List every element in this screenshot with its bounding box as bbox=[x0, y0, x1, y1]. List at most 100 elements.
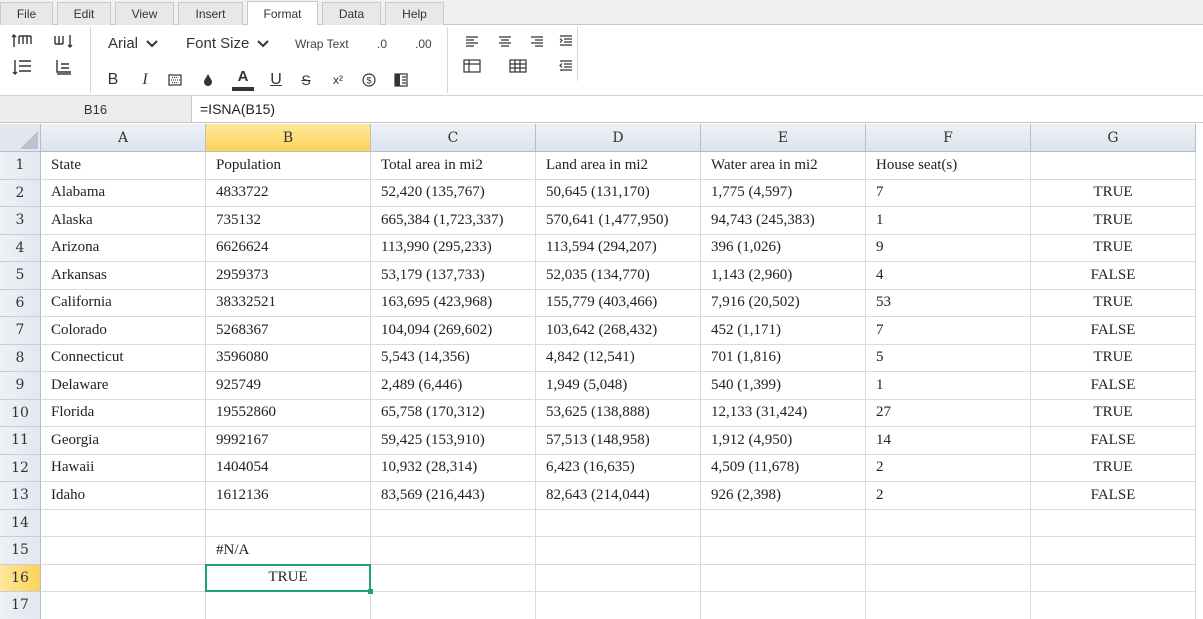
row-header-9[interactable]: 9 bbox=[0, 372, 41, 400]
superscript-button[interactable]: x² bbox=[329, 69, 347, 91]
cell-c10[interactable]: 65,758 (170,312) bbox=[371, 399, 536, 427]
row-header-2[interactable]: 2 bbox=[0, 179, 41, 207]
cell-a15[interactable] bbox=[41, 537, 206, 565]
cell-g5[interactable]: FALSE bbox=[1031, 262, 1196, 290]
cell-c11[interactable]: 59,425 (153,910) bbox=[371, 427, 536, 455]
cell-a7[interactable]: Colorado bbox=[41, 317, 206, 345]
cell-d7[interactable]: 103,642 (268,432) bbox=[536, 317, 701, 345]
cell-f12[interactable]: 2 bbox=[866, 454, 1031, 482]
insert-column-icon[interactable] bbox=[52, 31, 76, 51]
cell-e13[interactable]: 926 (2,398) bbox=[701, 482, 866, 510]
align-left-icon[interactable] bbox=[463, 33, 481, 49]
fill-handle[interactable] bbox=[368, 589, 373, 594]
cell-g10[interactable]: TRUE bbox=[1031, 399, 1196, 427]
cell-f15[interactable] bbox=[866, 537, 1031, 565]
cell-f16[interactable] bbox=[866, 564, 1031, 592]
cell-e8[interactable]: 701 (1,816) bbox=[701, 344, 866, 372]
cell-f17[interactable] bbox=[866, 592, 1031, 619]
cell-g11[interactable]: FALSE bbox=[1031, 427, 1196, 455]
cell-c15[interactable] bbox=[371, 537, 536, 565]
italic-button[interactable]: I bbox=[136, 69, 154, 91]
column-header-g[interactable]: G bbox=[1031, 124, 1196, 152]
cell-f6[interactable]: 53 bbox=[866, 289, 1031, 317]
cell-g15[interactable] bbox=[1031, 537, 1196, 565]
font-color-button[interactable]: A bbox=[231, 67, 255, 93]
cell-e2[interactable]: 1,775 (4,597) bbox=[701, 179, 866, 207]
tab-data[interactable]: Data bbox=[322, 2, 381, 25]
row-header-1[interactable]: 1 bbox=[0, 152, 41, 180]
row-header-15[interactable]: 15 bbox=[0, 537, 41, 565]
currency-button[interactable]: $ bbox=[360, 70, 378, 90]
cell-e7[interactable]: 452 (1,171) bbox=[701, 317, 866, 345]
delete-row-icon[interactable] bbox=[52, 57, 76, 77]
underline-button[interactable]: U bbox=[267, 69, 285, 91]
cell-f1[interactable]: House seat(s) bbox=[866, 152, 1031, 180]
column-header-f[interactable]: F bbox=[866, 124, 1031, 152]
cell-g17[interactable] bbox=[1031, 592, 1196, 619]
row-header-3[interactable]: 3 bbox=[0, 207, 41, 235]
cell-f5[interactable]: 4 bbox=[866, 262, 1031, 290]
cell-f2[interactable]: 7 bbox=[866, 179, 1031, 207]
cell-f3[interactable]: 1 bbox=[866, 207, 1031, 235]
cell-d17[interactable] bbox=[536, 592, 701, 619]
cell-d12[interactable]: 6,423 (16,635) bbox=[536, 454, 701, 482]
row-header-8[interactable]: 8 bbox=[0, 344, 41, 372]
cell-g1[interactable] bbox=[1031, 152, 1196, 180]
cell-d15[interactable] bbox=[536, 537, 701, 565]
cell-d9[interactable]: 1,949 (5,048) bbox=[536, 372, 701, 400]
decrease-decimal-button[interactable]: .0 bbox=[377, 37, 387, 51]
cell-d10[interactable]: 53,625 (138,888) bbox=[536, 399, 701, 427]
font-family-select[interactable]: Arial bbox=[108, 35, 158, 52]
merge-cells-icon[interactable] bbox=[392, 70, 410, 90]
cell-g6[interactable]: TRUE bbox=[1031, 289, 1196, 317]
cell-g16[interactable] bbox=[1031, 564, 1196, 592]
cell-b2[interactable]: 4833722 bbox=[206, 179, 371, 207]
cell-d1[interactable]: Land area in mi2 bbox=[536, 152, 701, 180]
tab-format[interactable]: Format bbox=[247, 1, 318, 25]
cell-d8[interactable]: 4,842 (12,541) bbox=[536, 344, 701, 372]
cell-e3[interactable]: 94,743 (245,383) bbox=[701, 207, 866, 235]
row-header-11[interactable]: 11 bbox=[0, 427, 41, 455]
cell-c7[interactable]: 104,094 (269,602) bbox=[371, 317, 536, 345]
tab-help[interactable]: Help bbox=[385, 2, 444, 25]
select-all-corner[interactable] bbox=[0, 124, 41, 152]
cell-f9[interactable]: 1 bbox=[866, 372, 1031, 400]
cell-a1[interactable]: State bbox=[41, 152, 206, 180]
cell-d4[interactable]: 113,594 (294,207) bbox=[536, 234, 701, 262]
column-header-b[interactable]: B bbox=[206, 124, 371, 152]
cell-a4[interactable]: Arizona bbox=[41, 234, 206, 262]
row-header-12[interactable]: 12 bbox=[0, 454, 41, 482]
cell-e15[interactable] bbox=[701, 537, 866, 565]
row-header-17[interactable]: 17 bbox=[0, 592, 41, 619]
cell-c5[interactable]: 53,179 (137,733) bbox=[371, 262, 536, 290]
insert-row-above-icon[interactable] bbox=[10, 31, 34, 51]
font-size-select[interactable]: Font Size bbox=[186, 35, 270, 52]
cell-d16[interactable] bbox=[536, 564, 701, 592]
cell-e17[interactable] bbox=[701, 592, 866, 619]
cell-c6[interactable]: 163,695 (423,968) bbox=[371, 289, 536, 317]
cell-a12[interactable]: Hawaii bbox=[41, 454, 206, 482]
cell-b12[interactable]: 1404054 bbox=[206, 454, 371, 482]
cell-c3[interactable]: 665,384 (1,723,337) bbox=[371, 207, 536, 235]
cell-e11[interactable]: 1,912 (4,950) bbox=[701, 427, 866, 455]
cell-a16[interactable] bbox=[41, 564, 206, 592]
cell-f14[interactable] bbox=[866, 509, 1031, 537]
cell-d13[interactable]: 82,643 (214,044) bbox=[536, 482, 701, 510]
cell-b7[interactable]: 5268367 bbox=[206, 317, 371, 345]
cell-c16[interactable] bbox=[371, 564, 536, 592]
cell-d11[interactable]: 57,513 (148,958) bbox=[536, 427, 701, 455]
cell-b17[interactable] bbox=[206, 592, 371, 619]
cell-b13[interactable]: 1612136 bbox=[206, 482, 371, 510]
tab-insert[interactable]: Insert bbox=[178, 2, 243, 25]
cell-e5[interactable]: 1,143 (2,960) bbox=[701, 262, 866, 290]
cell-c9[interactable]: 2,489 (6,446) bbox=[371, 372, 536, 400]
cell-a10[interactable]: Florida bbox=[41, 399, 206, 427]
cell-c8[interactable]: 5,543 (14,356) bbox=[371, 344, 536, 372]
cell-g2[interactable]: TRUE bbox=[1031, 179, 1196, 207]
column-header-a[interactable]: A bbox=[41, 124, 206, 152]
cell-b1[interactable]: Population bbox=[206, 152, 371, 180]
cell-c2[interactable]: 52,420 (135,767) bbox=[371, 179, 536, 207]
increase-decimal-button[interactable]: .00 bbox=[415, 37, 432, 51]
cell-d2[interactable]: 50,645 (131,170) bbox=[536, 179, 701, 207]
cell-c12[interactable]: 10,932 (28,314) bbox=[371, 454, 536, 482]
